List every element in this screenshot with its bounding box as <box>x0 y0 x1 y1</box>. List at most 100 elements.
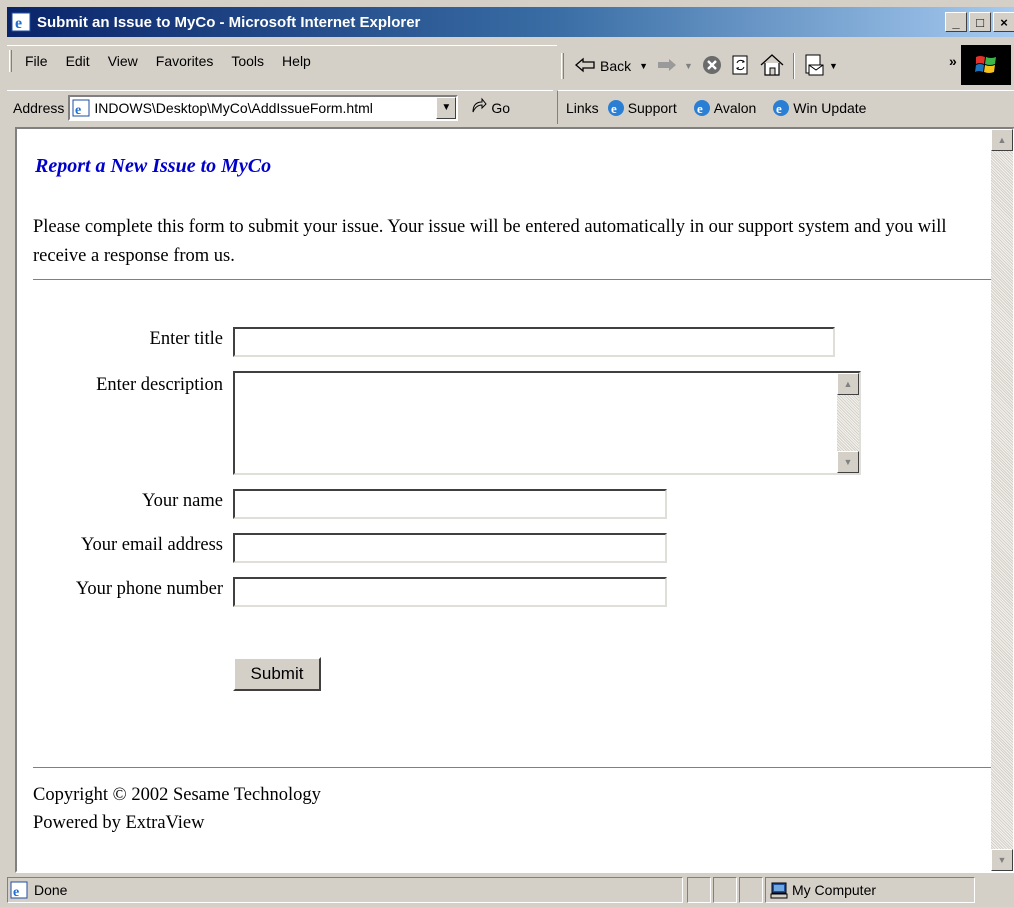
address-dropdown-icon[interactable]: ▼ <box>436 96 457 119</box>
address-label: Address <box>13 99 65 116</box>
standard-toolbar: Back ▼ ▼ ▼ <box>561 45 961 87</box>
page-scroll-up-icon[interactable]: ▲ <box>991 129 1013 151</box>
link-win-update-label: Win Update <box>793 99 867 116</box>
go-label: Go <box>491 99 511 116</box>
title-label: Enter title <box>149 329 223 349</box>
svg-text:e: e <box>15 15 22 32</box>
email-label: Your email address <box>81 535 223 555</box>
link-avalon[interactable]: e Avalon <box>693 99 757 117</box>
page-heading: Report a New Issue to MyCo <box>35 155 272 177</box>
page-icon: e <box>72 99 90 117</box>
bottom-divider <box>33 767 991 769</box>
menu-favorites[interactable]: Favorites <box>147 53 223 69</box>
svg-text:e: e <box>697 101 703 116</box>
status-pane-3 <box>739 877 763 903</box>
title-bar[interactable]: e Submit an Issue to MyCo - Microsoft In… <box>7 7 1014 37</box>
window-controls: _ □ × <box>945 12 1014 32</box>
refresh-icon <box>731 54 751 79</box>
scroll-up-icon[interactable]: ▲ <box>837 373 859 395</box>
stop-button[interactable] <box>697 51 727 81</box>
content-frame: Report a New Issue to MyCo Please comple… <box>15 127 1014 873</box>
toolbar-separator <box>792 53 795 79</box>
links-bar: Links e Support e Avalon e Win Update <box>557 90 1014 124</box>
toolbar-chevron-icon[interactable]: » <box>949 53 957 69</box>
go-arrow-icon <box>470 97 488 118</box>
mail-dropdown-icon[interactable]: ▼ <box>829 61 838 71</box>
menu-view[interactable]: View <box>99 53 147 69</box>
status-text: Done <box>34 882 68 898</box>
computer-icon <box>770 881 788 899</box>
menu-file[interactable]: File <box>16 53 57 69</box>
ie-link-icon: e <box>693 99 711 117</box>
link-support-label: Support <box>627 99 677 116</box>
svg-text:e: e <box>75 103 81 117</box>
home-button[interactable] <box>755 51 789 81</box>
ie-logo-icon: e <box>11 12 31 32</box>
description-label: Enter description <box>96 375 223 395</box>
page-scroll-down-icon[interactable]: ▼ <box>991 849 1013 871</box>
address-input[interactable]: e INDOWS\Desktop\MyCo\AddIssueForm.html … <box>68 94 459 121</box>
status-main: e Done <box>7 877 683 903</box>
email-input[interactable] <box>233 533 667 563</box>
svg-text:e: e <box>776 101 782 116</box>
done-icon: e <box>10 881 28 899</box>
forward-arrow-icon <box>656 57 678 76</box>
top-divider <box>33 279 991 281</box>
powered-by-text: Powered by ExtraView <box>33 813 205 833</box>
minimize-button[interactable]: _ <box>945 12 967 32</box>
menu-edit[interactable]: Edit <box>57 53 99 69</box>
refresh-button[interactable] <box>727 51 755 81</box>
status-pane-1 <box>687 877 711 903</box>
scroll-down-icon[interactable]: ▼ <box>837 451 859 473</box>
status-bar: e Done My Computer <box>7 875 1014 905</box>
mail-icon <box>803 53 827 80</box>
svg-text:e: e <box>13 885 19 899</box>
link-support[interactable]: e Support <box>607 99 677 117</box>
address-bar: Address e INDOWS\Desktop\MyCo\AddIssueFo… <box>7 90 553 124</box>
name-label: Your name <box>142 491 223 511</box>
address-value: INDOWS\Desktop\MyCo\AddIssueForm.html <box>94 99 373 116</box>
description-scrollbar[interactable]: ▲ ▼ <box>837 373 859 473</box>
ie-link-icon: e <box>772 99 790 117</box>
menu-grip[interactable] <box>9 49 12 72</box>
forward-button[interactable]: ▼ <box>652 51 697 81</box>
submit-button[interactable]: Submit <box>233 657 321 691</box>
go-button[interactable]: Go <box>470 97 510 118</box>
page-scrollbar[interactable]: ▲ ▼ <box>991 129 1013 871</box>
browser-window: e Submit an Issue to MyCo - Microsoft In… <box>0 0 1014 907</box>
close-button[interactable]: × <box>993 12 1014 32</box>
home-icon <box>759 53 785 80</box>
name-input[interactable] <box>233 489 667 519</box>
close-icon: × <box>1000 14 1008 30</box>
back-dropdown-icon[interactable]: ▼ <box>639 61 648 71</box>
back-button[interactable]: Back ▼ <box>570 51 652 81</box>
ie-link-icon: e <box>607 99 625 117</box>
description-textarea[interactable]: ▲ ▼ <box>233 371 861 475</box>
title-input[interactable] <box>233 327 835 357</box>
windows-logo-icon <box>961 45 1011 85</box>
menu-help[interactable]: Help <box>273 53 320 69</box>
link-avalon-label: Avalon <box>713 99 757 116</box>
forward-dropdown-icon[interactable]: ▼ <box>684 61 693 71</box>
status-pane-2 <box>713 877 737 903</box>
back-label: Back <box>600 58 632 74</box>
toolbar-grip[interactable] <box>561 53 564 79</box>
svg-text:e: e <box>611 101 617 116</box>
mail-button[interactable]: ▼ <box>799 51 842 81</box>
stop-icon <box>701 54 723 79</box>
links-label[interactable]: Links <box>566 100 599 116</box>
menu-bar: File Edit View Favorites Tools Help <box>7 45 557 75</box>
page-content: Report a New Issue to MyCo Please comple… <box>17 129 991 871</box>
menu-tools[interactable]: Tools <box>222 53 273 69</box>
phone-label: Your phone number <box>75 579 223 599</box>
link-win-update[interactable]: e Win Update <box>772 99 866 117</box>
phone-input[interactable] <box>233 577 667 607</box>
maximize-icon: □ <box>976 14 984 30</box>
copyright-text: Copyright © 2002 Sesame Technology <box>33 785 321 805</box>
back-arrow-icon <box>574 57 596 76</box>
maximize-button[interactable]: □ <box>969 12 991 32</box>
intro-text: Please complete this form to submit your… <box>33 217 947 266</box>
status-zone: My Computer <box>765 877 975 903</box>
window-title: Submit an Issue to MyCo - Microsoft Inte… <box>37 13 421 31</box>
minimize-icon: _ <box>952 14 960 30</box>
